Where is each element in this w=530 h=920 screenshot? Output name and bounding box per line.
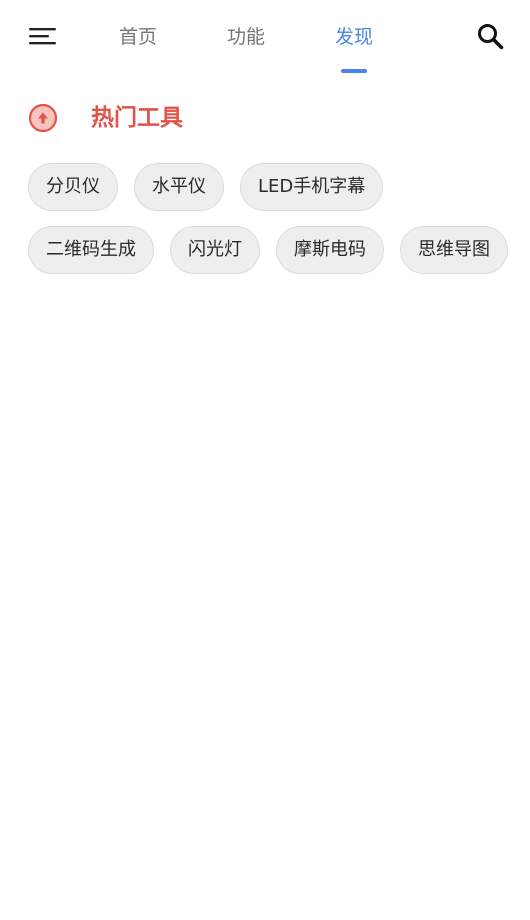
tab-discover[interactable]: 发现: [335, 22, 373, 52]
section-title: 热门工具: [91, 105, 183, 131]
arrow-up-circle-icon: [28, 103, 58, 133]
tool-chip-decibel-meter[interactable]: 分贝仪: [28, 163, 118, 211]
tool-chip-qrcode-generator[interactable]: 二维码生成: [28, 226, 154, 274]
tab-home[interactable]: 首页: [119, 22, 157, 52]
tool-chip-led-subtitle[interactable]: LED手机字幕: [240, 163, 384, 211]
tool-chip-mind-map[interactable]: 思维导图: [400, 226, 508, 274]
tool-chip-morse-code[interactable]: 摩斯电码: [276, 226, 384, 274]
search-icon[interactable]: [476, 22, 506, 52]
tab-functions[interactable]: 功能: [227, 22, 265, 52]
tool-chip-flashlight[interactable]: 闪光灯: [170, 226, 260, 274]
hot-tools-list: 分贝仪 水平仪 LED手机字幕 二维码生成 闪光灯 摩斯电码 思维导图: [28, 163, 508, 274]
active-tab-indicator: [341, 69, 367, 73]
tool-chip-spirit-level[interactable]: 水平仪: [134, 163, 224, 211]
top-navigation-bar: 首页 功能 发现: [0, 0, 530, 74]
hamburger-menu-icon[interactable]: [29, 26, 59, 46]
